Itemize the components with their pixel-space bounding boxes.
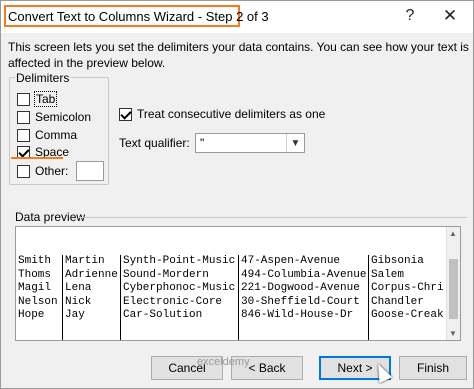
text-qualifier-value: ": [200, 136, 205, 150]
preview-cell: Hope: [18, 309, 45, 321]
preview-cell: Adrienne: [65, 268, 118, 281]
preview-cell: Jay: [65, 309, 85, 321]
other-delimiter-input[interactable]: [76, 161, 105, 181]
preview-cell: Cyberphonoc-Music: [123, 282, 236, 294]
preview-cell: Magil: [18, 282, 52, 294]
data-preview-label: Data preview: [15, 210, 86, 224]
comma-checkbox[interactable]: [17, 128, 30, 142]
preview-column-2[interactable]: Martin Adrienne Lena Nick Jay: [62, 255, 120, 340]
preview-cell: Corpus-Chri: [371, 282, 444, 294]
preview-column-5[interactable]: Gibsonia Salem Corpus-Chri Chandler Goos…: [368, 255, 448, 340]
data-preview-pane[interactable]: Smith Thoms Magil Nelson Hope Martin Adr…: [15, 226, 461, 341]
other-checkbox[interactable]: [17, 164, 30, 178]
data-preview-divider: [79, 217, 467, 218]
other-checkbox-row[interactable]: Other:: [17, 161, 105, 181]
semicolon-checkbox-row[interactable]: Semicolon: [17, 109, 91, 125]
preview-cell: Synth-Point-Music: [123, 255, 236, 267]
scroll-down-icon[interactable]: ▼: [449, 329, 457, 338]
preview-cell: Smith: [18, 255, 52, 267]
tab-checkbox-label: Tab: [33, 91, 58, 107]
preview-cell: 47-Aspen-Avenue: [241, 255, 341, 267]
space-highlight-underline: [11, 157, 63, 159]
semicolon-checkbox[interactable]: [17, 110, 30, 124]
help-icon[interactable]: ?: [399, 6, 421, 26]
preview-cell: 221-Dogwood-Avenue: [241, 282, 360, 294]
text-qualifier-select[interactable]: " ▼: [195, 133, 305, 153]
tab-checkbox[interactable]: [17, 92, 30, 106]
title-bar: Convert Text to Columns Wizard - Step 2 …: [1, 1, 473, 33]
tab-checkbox-row[interactable]: Tab: [17, 91, 58, 107]
preview-column-3[interactable]: Synth-Point-Music Sound-Mordern Cyberpho…: [120, 255, 238, 340]
preview-cell: Sound-Mordern: [123, 268, 209, 281]
scroll-up-icon[interactable]: ▲: [449, 229, 457, 238]
close-icon[interactable]: ✕: [439, 6, 461, 26]
preview-cell: Chandler: [371, 295, 424, 308]
preview-cell: Lena: [65, 282, 92, 294]
comma-checkbox-row[interactable]: Comma: [17, 127, 77, 143]
preview-cell: Nick: [65, 295, 92, 308]
preview-cell: Electronic-Core: [123, 295, 223, 308]
consecutive-delimiters-label: Treat consecutive delimiters as one: [137, 107, 326, 121]
preview-cell: Car-Solution: [123, 309, 203, 321]
preview-cell: Nelson: [18, 295, 58, 308]
chevron-down-icon[interactable]: ▼: [286, 134, 304, 152]
semicolon-checkbox-label: Semicolon: [35, 110, 92, 124]
consecutive-delimiters-row[interactable]: Treat consecutive delimiters as one: [119, 107, 325, 121]
preview-cell: Gibsonia: [371, 255, 424, 267]
other-checkbox-label: Other:: [35, 164, 69, 178]
comma-checkbox-label: Comma: [35, 128, 78, 142]
preview-vertical-scrollbar[interactable]: ▲ ▼: [446, 227, 460, 340]
preview-cell: Martin: [65, 255, 105, 267]
window-title: Convert Text to Columns Wizard - Step 2 …: [8, 9, 269, 24]
preview-cell: 30-Sheffield-Court: [241, 295, 360, 308]
watermark-logo: exceldemy: [197, 356, 250, 368]
preview-cell: 846-Wild-House-Dr: [241, 309, 354, 321]
preview-cell: Thoms: [18, 268, 52, 281]
preview-column-4[interactable]: 47-Aspen-Avenue 494-Columbia-Avenue 221-…: [238, 255, 368, 340]
intro-text: This screen lets you set the delimiters …: [8, 40, 469, 70]
convert-text-wizard-dialog: Convert Text to Columns Wizard - Step 2 …: [0, 0, 474, 389]
scrollbar-thumb[interactable]: [449, 259, 458, 319]
text-qualifier-label: Text qualifier:: [119, 136, 190, 150]
preview-column-1[interactable]: Smith Thoms Magil Nelson Hope: [16, 255, 62, 340]
consecutive-delimiters-checkbox[interactable]: [119, 107, 132, 121]
finish-button[interactable]: Finish: [399, 356, 467, 380]
preview-cell: Goose-Creak: [371, 309, 444, 321]
delimiters-group-title: Delimiters: [15, 71, 71, 85]
preview-cell: Salem: [371, 268, 405, 281]
preview-cell: 494-Columbia-Avenue: [241, 268, 367, 281]
